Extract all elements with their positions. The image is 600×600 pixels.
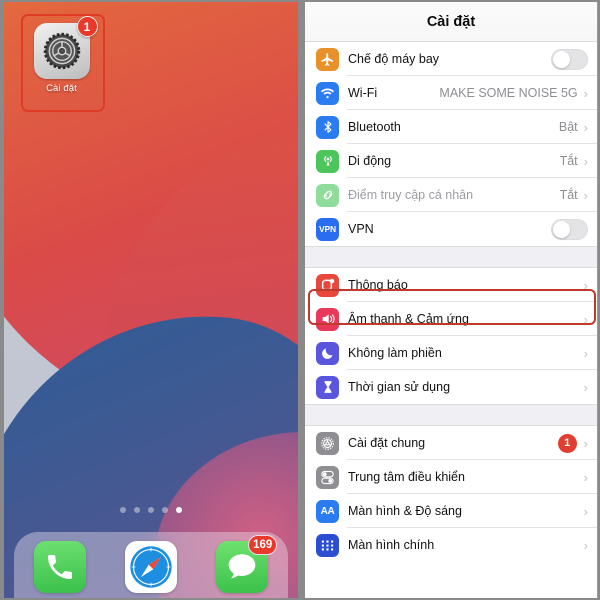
dock: 169 bbox=[14, 532, 288, 598]
aa-text-icon: AA bbox=[316, 499, 339, 523]
bluetooth-icon bbox=[316, 115, 339, 139]
settings-row-label: Thông báo bbox=[348, 278, 408, 292]
dock-item-safari[interactable] bbox=[124, 541, 177, 593]
compass-icon bbox=[124, 541, 177, 593]
airplane-mode-toggle[interactable] bbox=[551, 48, 588, 70]
chevron-right-icon: › bbox=[583, 153, 588, 169]
settings-row-label: Wi-Fi bbox=[348, 86, 378, 100]
vpn-icon: VPN bbox=[316, 217, 339, 241]
settings-section-connectivity: Chế độ máy bay Wi-Fi MAKE SOME NOISE 5G … bbox=[305, 42, 597, 246]
page-title: Cài đặt bbox=[426, 13, 476, 30]
airplane-icon bbox=[316, 47, 339, 71]
vpn-icon-text: VPN bbox=[319, 224, 336, 234]
hotspot-link-icon bbox=[316, 183, 339, 207]
gear-icon bbox=[316, 431, 339, 455]
settings-section-notifications: Thông báo › Âm thanh & Cảm ứng › Không l… bbox=[305, 268, 597, 404]
settings-row-label: Thời gian sử dụng bbox=[348, 380, 451, 394]
app-grid-icon bbox=[316, 533, 339, 557]
settings-row-value: MAKE SOME NOISE 5G bbox=[439, 86, 578, 100]
vpn-toggle[interactable] bbox=[551, 218, 588, 240]
general-badge: 1 bbox=[557, 433, 577, 453]
settings-row-label: Bluetooth bbox=[348, 120, 401, 134]
cellular-antenna-icon bbox=[316, 149, 339, 173]
page-dot bbox=[134, 507, 140, 513]
app-icon-wrap: 1 bbox=[33, 16, 98, 79]
section-divider bbox=[305, 404, 597, 426]
settings-row-general[interactable]: Cài đặt chung 1 › bbox=[305, 426, 597, 460]
chevron-right-icon: › bbox=[583, 503, 588, 519]
page-dot bbox=[148, 507, 154, 513]
settings-row-control-center[interactable]: Trung tâm điều khiển › bbox=[305, 460, 597, 494]
notification-icon bbox=[316, 273, 339, 297]
settings-row-do-not-disturb[interactable]: Không làm phiền › bbox=[305, 336, 597, 370]
settings-row-value: Tắt bbox=[559, 154, 578, 168]
settings-row-cellular[interactable]: Di động Tắt › bbox=[305, 144, 597, 178]
page-dots[interactable] bbox=[4, 507, 298, 513]
page-dot bbox=[162, 507, 168, 513]
dock-item-phone[interactable] bbox=[33, 541, 86, 593]
speaker-icon bbox=[316, 307, 339, 331]
settings-panel: Cài đặt Chế độ máy bay Wi-Fi MAKE SOME N… bbox=[305, 2, 598, 598]
toggle-knob bbox=[553, 220, 570, 238]
hourglass-icon bbox=[316, 375, 339, 399]
moon-icon bbox=[316, 341, 339, 365]
settings-row-label: Di động bbox=[348, 154, 392, 168]
toggle-knob bbox=[553, 50, 570, 68]
chevron-right-icon: › bbox=[583, 85, 588, 101]
settings-row-airplane-mode[interactable]: Chế độ máy bay bbox=[305, 42, 597, 76]
dock-item-messages[interactable]: 169 bbox=[216, 535, 278, 593]
settings-row-wifi[interactable]: Wi-Fi MAKE SOME NOISE 5G › bbox=[305, 76, 597, 110]
settings-row-label: Chế độ máy bay bbox=[348, 52, 440, 66]
aa-icon-text: AA bbox=[320, 505, 335, 517]
settings-row-sounds-haptics[interactable]: Âm thanh & Cảm ứng › bbox=[305, 302, 597, 336]
messages-badge: 169 bbox=[248, 535, 278, 555]
app-label: Cài đặt bbox=[46, 83, 77, 94]
settings-row-label: Cài đặt chung bbox=[348, 436, 426, 450]
settings-app-icon[interactable]: 1 Cài đặt bbox=[24, 16, 99, 107]
settings-row-label: Không làm phiền bbox=[348, 346, 442, 360]
settings-row-screen-time[interactable]: Thời gian sử dụng › bbox=[305, 370, 597, 404]
chevron-right-icon: › bbox=[583, 537, 588, 553]
toggles-icon bbox=[316, 465, 339, 489]
settings-row-label: Điểm truy cập cá nhân bbox=[348, 188, 474, 202]
app-badge: 1 bbox=[76, 16, 98, 37]
page-dot bbox=[120, 507, 126, 513]
settings-row-bluetooth[interactable]: Bluetooth Bật › bbox=[305, 110, 597, 144]
chevron-right-icon: › bbox=[583, 435, 588, 451]
chevron-right-icon: › bbox=[583, 379, 588, 395]
chevron-right-icon: › bbox=[583, 469, 588, 485]
settings-row-home-screen[interactable]: Màn hình chính › bbox=[305, 528, 597, 562]
chevron-right-icon: › bbox=[583, 187, 588, 203]
settings-row-personal-hotspot[interactable]: Điểm truy cập cá nhân Tắt › bbox=[305, 178, 597, 212]
settings-row-label: Trung tâm điều khiển bbox=[348, 470, 465, 484]
chevron-right-icon: › bbox=[583, 119, 588, 135]
wifi-icon bbox=[316, 81, 339, 105]
home-screen: 1 Cài đặt 169 bbox=[4, 2, 298, 598]
settings-row-display-brightness[interactable]: AA Màn hình & Độ sáng › bbox=[305, 494, 597, 528]
chevron-right-icon: › bbox=[583, 345, 588, 361]
section-divider bbox=[305, 246, 597, 268]
chevron-right-icon: › bbox=[583, 311, 588, 327]
settings-section-general: Cài đặt chung 1 › Trung tâm điều khiển › bbox=[305, 426, 597, 562]
screenshot-root: 1 Cài đặt 169 Cài đặt Chế độ máy bay Wi-… bbox=[0, 0, 600, 600]
page-dot-active bbox=[176, 507, 182, 513]
settings-row-value: Tắt bbox=[559, 188, 578, 202]
chevron-right-icon: › bbox=[583, 277, 588, 293]
settings-row-label: Màn hình chính bbox=[348, 538, 435, 552]
settings-row-label: VPN bbox=[348, 222, 374, 236]
settings-row-vpn[interactable]: VPN VPN bbox=[305, 212, 597, 246]
phone-icon bbox=[33, 541, 86, 593]
settings-row-notifications[interactable]: Thông báo › bbox=[305, 268, 597, 302]
settings-row-label: Màn hình & Độ sáng bbox=[348, 504, 462, 518]
settings-header: Cài đặt bbox=[305, 2, 597, 42]
settings-row-label: Âm thanh & Cảm ứng bbox=[348, 312, 469, 326]
settings-row-value: Bật bbox=[558, 120, 578, 134]
